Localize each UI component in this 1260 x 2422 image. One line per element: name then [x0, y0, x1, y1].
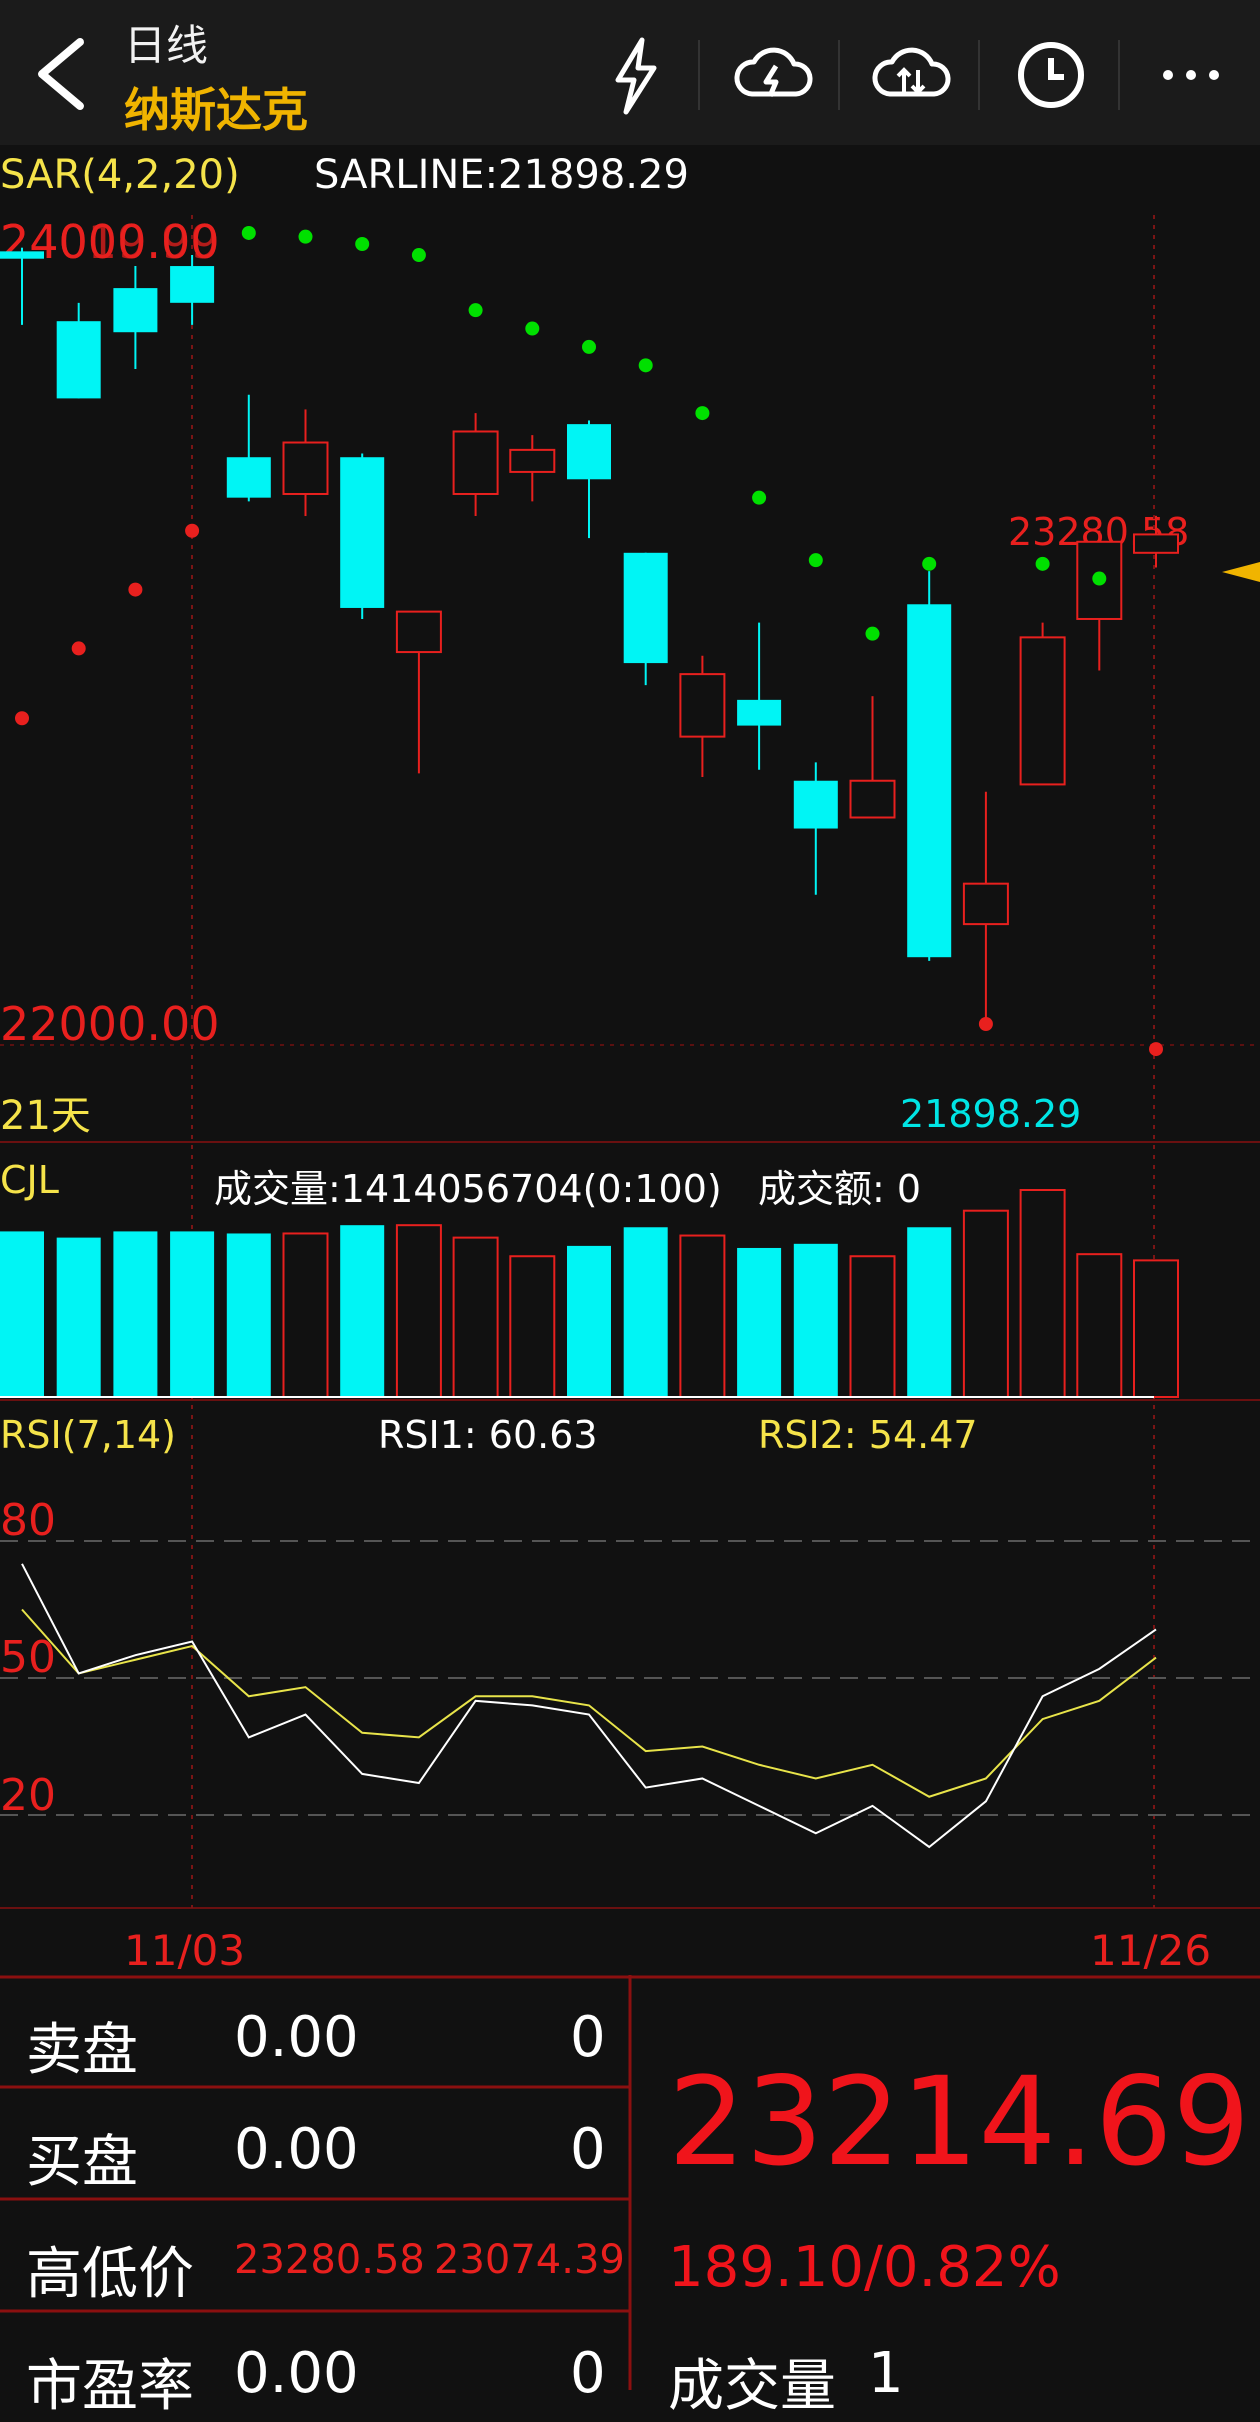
candle-up [395, 610, 442, 654]
volume-bar [1133, 1259, 1179, 1398]
volume-bar [737, 1247, 782, 1397]
volume-bar [340, 1225, 385, 1397]
volume-bar [679, 1234, 726, 1399]
pe-qty: 0 [570, 2341, 606, 2406]
sar-dot [638, 358, 653, 373]
candle-down [737, 699, 782, 726]
sar-dot [808, 553, 823, 568]
volume-bar [282, 1232, 329, 1398]
volume-label: 成交量 [668, 2354, 836, 2419]
candle-down [340, 457, 385, 608]
sar-dot [128, 582, 143, 597]
sar-dot [468, 303, 483, 318]
candle-down [56, 321, 101, 399]
sar-dot [865, 626, 880, 641]
chart-canvas[interactable] [0, 0, 1260, 1980]
volume-bar [452, 1236, 499, 1398]
high-low-label: 高低价 [26, 2242, 194, 2307]
sar-dot [582, 339, 596, 354]
candle-up [962, 882, 1009, 926]
buy-qty: 0 [570, 2117, 606, 2182]
sar-dot [978, 1017, 993, 1031]
candle-down [226, 457, 271, 498]
volume-bar [0, 1231, 44, 1397]
candle-up [1019, 636, 1066, 786]
sar-dot [355, 236, 370, 251]
sar-dot [411, 248, 426, 263]
quote-panel: 卖盘 0.00 0 买盘 0.00 0 高低价 23280.58 23074.3… [0, 1975, 1260, 2419]
volume-bar [623, 1227, 668, 1397]
buy-label: 买盘 [26, 2130, 138, 2195]
volume-bar [962, 1209, 1009, 1398]
candle-down [567, 424, 611, 480]
sar-dot [1149, 1042, 1163, 1057]
day-low: 23074.39 [434, 2237, 625, 2283]
candle-down [623, 552, 668, 664]
sell-label: 卖盘 [26, 2018, 138, 2083]
sar-dot [752, 490, 767, 505]
volume-bar [1019, 1189, 1066, 1398]
candle-up [1133, 533, 1179, 554]
sar-dot [298, 229, 313, 244]
buy-price: 0.00 [234, 2117, 359, 2182]
volume-bar [509, 1255, 556, 1398]
sar-dot [525, 321, 540, 336]
candle-up [849, 779, 896, 819]
volume-value: 1 [868, 2341, 904, 2406]
last-price: 23214.69 [668, 2051, 1251, 2193]
sell-qty: 0 [570, 2005, 606, 2070]
volume-bar [849, 1255, 896, 1398]
candle-down [170, 266, 215, 303]
candle-up [452, 430, 499, 495]
volume-bar [907, 1227, 952, 1397]
volume-bar [395, 1224, 442, 1398]
volume-bar [113, 1231, 158, 1397]
current-price-marker [1222, 562, 1260, 582]
sar-dot [71, 641, 86, 656]
pe-label: 市盈率 [26, 2354, 194, 2419]
sar-dot [922, 556, 937, 571]
candle-down [113, 288, 158, 333]
volume-bar [170, 1231, 215, 1397]
sar-dot [185, 523, 200, 538]
volume-bar [567, 1245, 611, 1397]
candle-up [679, 673, 726, 738]
sell-price: 0.00 [234, 2005, 359, 2070]
volume-bar [56, 1237, 101, 1397]
candle-up [509, 448, 556, 473]
sar-dot [241, 225, 256, 240]
pe-value: 0.00 [234, 2341, 359, 2406]
volume-bar [1076, 1253, 1123, 1399]
sar-dot [1092, 571, 1107, 586]
volume-bar [226, 1233, 271, 1397]
price-change: 189.10/0.82% [668, 2235, 1061, 2300]
volume-bar [793, 1243, 838, 1397]
sar-dot [15, 711, 29, 726]
candle-down [793, 780, 838, 829]
sar-dot [695, 406, 710, 421]
candle-down [0, 251, 44, 259]
candle-up [282, 441, 329, 495]
sar-dot [1035, 556, 1050, 571]
candle-down [907, 604, 952, 958]
day-high: 23280.58 [234, 2237, 425, 2283]
